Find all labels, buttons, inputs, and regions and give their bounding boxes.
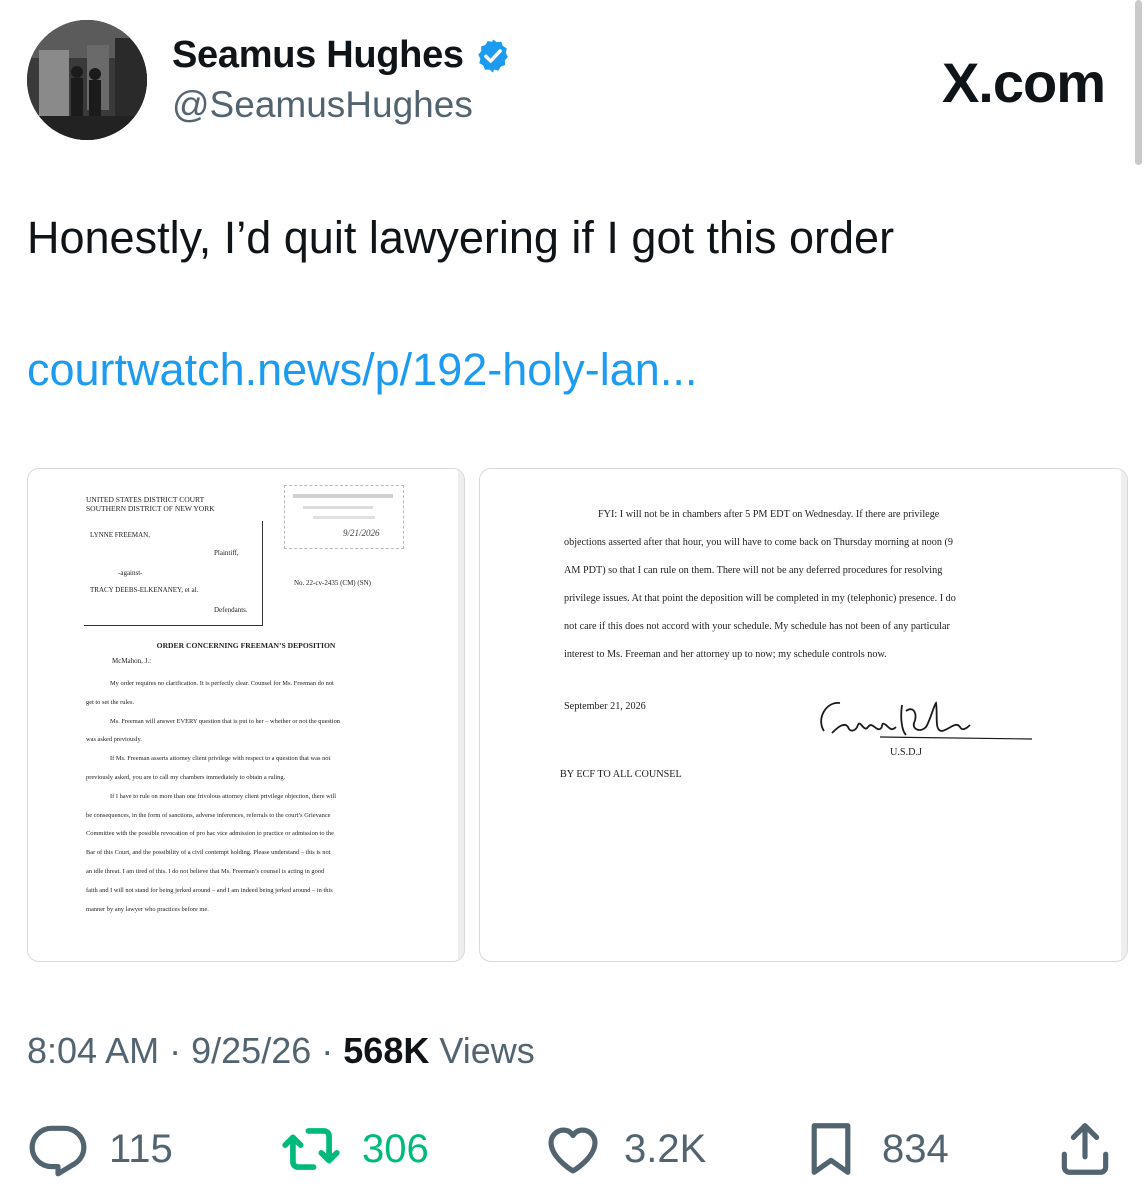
- document-text-line: AM PDT) so that I can rule on them. Ther…: [564, 565, 943, 576]
- plaintiff-name: LYNNE FREEMAN,: [90, 531, 150, 539]
- repost-count: 306: [362, 1126, 429, 1171]
- filing-stamp: 9/21/2026: [284, 485, 404, 549]
- document-text-line: interest to Ms. Freeman and her attorney…: [564, 649, 887, 660]
- court-heading: UNITED STATES DISTRICT COURT SOUTHERN DI…: [86, 495, 215, 513]
- stamp-line: [293, 494, 393, 498]
- views-count: 568K: [343, 1030, 430, 1071]
- order-date: September 21, 2026: [564, 701, 646, 712]
- court-line-1: UNITED STATES DISTRICT COURT: [86, 495, 205, 504]
- meta-separator: ·: [169, 1030, 182, 1071]
- repost-button[interactable]: 306: [280, 1118, 429, 1180]
- document-text-line: be consequences, in the form of sanction…: [86, 811, 331, 819]
- bookmark-icon: [811, 1123, 851, 1175]
- author-handle[interactable]: @SeamusHughes: [172, 84, 473, 126]
- tweet-meta: 8:04 AM · 9/25/26 · 568K Views: [27, 1030, 535, 1072]
- order-body: My order requires no clarification. It i…: [86, 675, 416, 919]
- document-text-line: manner by any lawyer who practices befor…: [86, 905, 209, 913]
- tweet-text: Honestly, I’d quit lawyering if I got th…: [27, 212, 895, 263]
- document-text-line: Committee with the possible revocation o…: [86, 830, 334, 838]
- stamp-line: [313, 516, 375, 519]
- verified-badge-icon: [478, 38, 508, 73]
- order-body-continued: FYI: I will not be in chambers after 5 P…: [564, 501, 1044, 669]
- share-button[interactable]: [1054, 1118, 1116, 1180]
- views-label: Views: [439, 1030, 535, 1071]
- like-count: 3.2K: [624, 1126, 707, 1171]
- meta-separator: ·: [321, 1030, 334, 1071]
- media-image-order-page-1[interactable]: UNITED STATES DISTRICT COURT SOUTHERN DI…: [27, 468, 465, 962]
- defendant-role: Defendants.: [214, 606, 248, 614]
- case-number: No. 22-cv-2435 (CM) (SN): [294, 579, 371, 587]
- document-text-line: Bar of this Court, and the possibility o…: [86, 849, 331, 857]
- avatar-photo: [27, 20, 147, 140]
- service-note: BY ECF TO ALL COUNSEL: [560, 769, 682, 780]
- defendant-name: TRACY DEEBS-ELKENANEY, et al.: [90, 586, 199, 594]
- judge-name: McMahon, J.:: [112, 657, 152, 665]
- judge-signature: [820, 701, 1033, 740]
- share-icon: [1061, 1123, 1109, 1175]
- document-text-line: If I have to rule on more than one frivo…: [110, 792, 337, 800]
- document-text-line: was asked previously.: [86, 736, 142, 744]
- reply-icon: [29, 1125, 87, 1177]
- avatar[interactable]: [27, 20, 147, 140]
- tweet-time[interactable]: 8:04 AM: [27, 1030, 159, 1071]
- reply-count: 115: [109, 1126, 173, 1171]
- bookmark-count: 834: [882, 1126, 949, 1171]
- court-line-2: SOUTHERN DISTRICT OF NEW YORK: [86, 504, 215, 513]
- document-text-line: If Ms. Freeman asserts attorney client p…: [110, 755, 331, 763]
- plaintiff-role: Plaintiff,: [214, 549, 239, 557]
- stamp-date: 9/21/2026: [343, 528, 380, 538]
- tweet-link[interactable]: courtwatch.news/p/192-holy-lan...: [27, 344, 697, 396]
- like-button[interactable]: 3.2K: [542, 1118, 706, 1180]
- document-text-line: objections asserted after that hour, you…: [564, 537, 953, 548]
- document-text-line: My order requires no clarification. It i…: [110, 680, 334, 687]
- tweet-date[interactable]: 9/25/26: [191, 1030, 311, 1071]
- stamp-line: [303, 506, 373, 509]
- media-image-order-page-2[interactable]: FYI: I will not be in chambers after 5 P…: [479, 468, 1128, 962]
- brand-logo: X.com: [941, 51, 1106, 114]
- document-text-line: Ms. Freeman will answer EVERY question t…: [110, 717, 340, 725]
- document-text-line: get to set the rules.: [86, 698, 135, 706]
- repost-icon: [282, 1128, 340, 1170]
- document-text-line: not care if this does not accord with yo…: [564, 621, 950, 632]
- action-bar: 115 306 3.2K 834: [0, 1118, 1145, 1188]
- against-label: -against-: [118, 569, 143, 577]
- reply-button[interactable]: 115: [27, 1118, 173, 1180]
- document-text-line: faith and I will not stand for being jer…: [86, 886, 333, 894]
- author-name[interactable]: Seamus Hughes: [172, 34, 464, 77]
- document-text-line: previously asked, you are to call my cha…: [86, 773, 286, 781]
- bookmark-button[interactable]: 834: [800, 1118, 949, 1180]
- signature-title: U.S.D.J: [890, 747, 922, 758]
- page-edge: [458, 469, 464, 961]
- order-title: ORDER CONCERNING FREEMAN’S DEPOSITION: [156, 641, 336, 650]
- document-text-line: privilege issues. At that point the depo…: [564, 593, 956, 604]
- page-edge: [1121, 469, 1127, 961]
- document-text-line: FYI: I will not be in chambers after 5 P…: [598, 509, 940, 520]
- document-text-line: an idle threat. I am tired of this. I do…: [86, 867, 325, 875]
- like-icon: [548, 1127, 598, 1174]
- scrollbar[interactable]: [1135, 0, 1142, 165]
